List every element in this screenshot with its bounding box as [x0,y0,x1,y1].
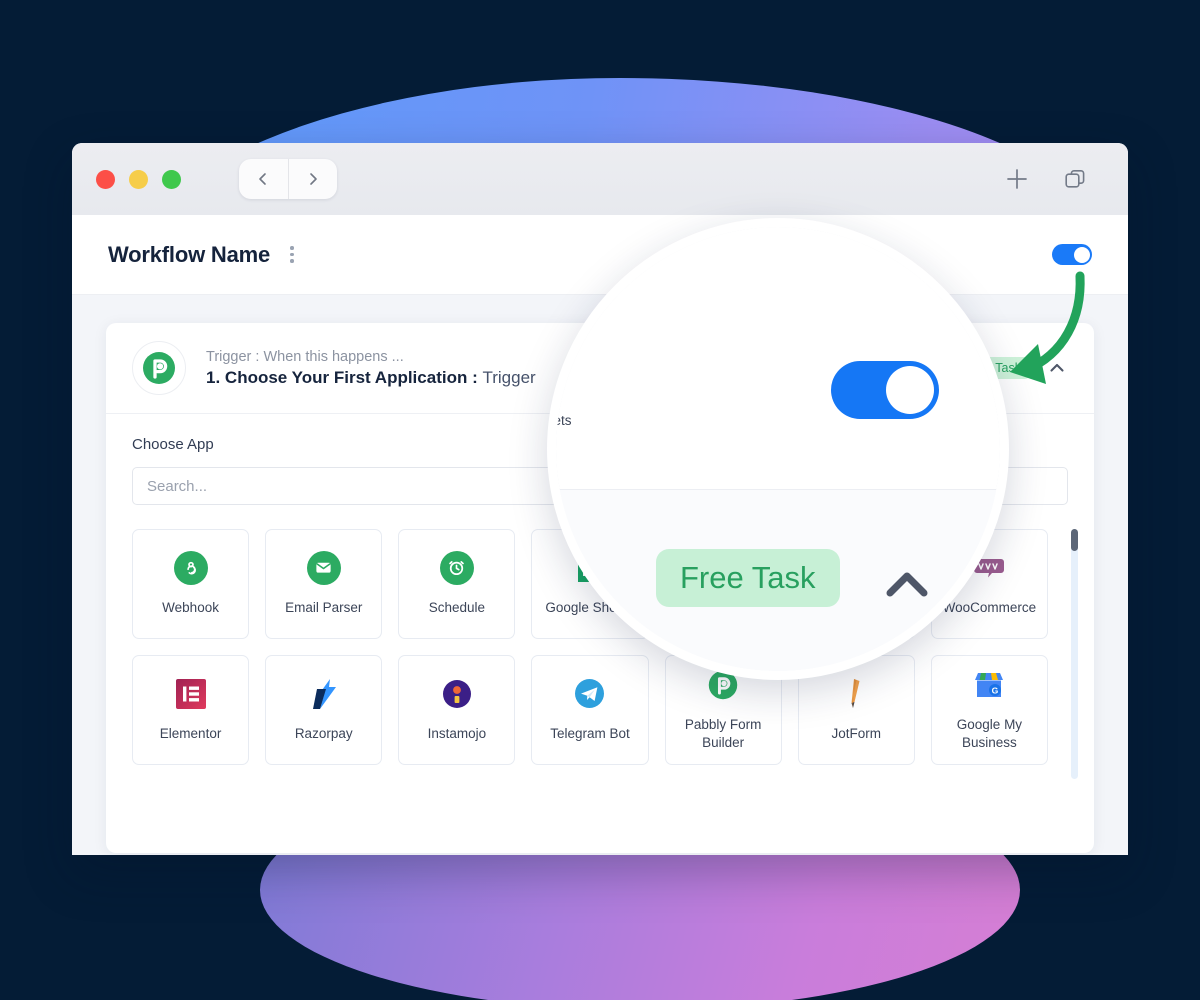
app-tile-label: Webhook [162,599,219,615]
maximize-window-button[interactable] [162,169,181,189]
navigation-pill [239,159,337,199]
app-tile-label: Elementor [159,725,222,741]
app-tile-webhook[interactable]: Webhook [132,529,250,639]
page-title: Workflow Name [108,241,271,267]
window-controls [96,169,181,189]
razorpay-icon [307,677,341,711]
jotform-pencil-icon [839,677,873,711]
minimize-window-button[interactable] [129,169,148,189]
app-tile-instamojo[interactable]: Instamojo [398,655,516,765]
workflow-menu-button[interactable] [286,242,298,267]
magnifier-content: eets Free Task [556,227,1000,671]
google-my-business-icon: G [972,668,1006,702]
workflow-enable-toggle-magnified[interactable] [831,361,939,419]
trigger-step-number: 1. [206,367,221,387]
workflow-enable-toggle[interactable] [1052,244,1092,265]
kebab-dot [290,259,294,263]
elementor-icon [174,677,208,711]
app-tile-google-my-business[interactable]: G Google My Business [930,655,1048,765]
lens-edge-text-left: eets [556,413,572,428]
magnifier-lens: eets Free Task [547,218,1009,680]
app-tile-razorpay[interactable]: Razorpay [265,655,383,765]
envelope-icon [306,550,341,585]
alarm-clock-icon [439,550,474,585]
app-tile-telegram-bot[interactable]: Telegram Bot [531,655,649,765]
forward-button[interactable] [287,159,338,199]
app-tile-email-parser[interactable]: Email Parser [265,529,383,639]
close-window-button[interactable] [96,169,115,189]
kebab-dot [290,252,294,257]
duplicate-window-icon[interactable] [1062,166,1088,192]
free-task-badge-magnified: Free Task [656,549,840,607]
instamojo-icon [440,677,474,711]
scrollbar-thumb[interactable] [1071,529,1078,551]
trigger-heading-suffix: Trigger [482,367,536,387]
chevron-left-icon [259,173,267,185]
app-tile-label: Email Parser [285,599,363,615]
app-tile-label: Pabbly Form Builder [684,716,762,750]
app-tile-label: Google My Business [956,716,1023,750]
app-tile-label: Telegram Bot [550,725,630,741]
app-tile-schedule[interactable]: Schedule [398,529,516,639]
app-tile-label: Razorpay [294,725,353,741]
titlebar-actions [1004,166,1104,192]
plus-icon[interactable] [1004,166,1030,192]
app-tile-label: JotForm [831,725,882,741]
back-button[interactable] [239,159,288,199]
app-grid-scrollbar[interactable] [1071,529,1078,779]
pabbly-logo-icon [132,341,186,395]
webhook-icon [173,550,208,585]
svg-text:G: G [992,685,999,695]
trigger-heading-text: Choose Your First Application : [224,367,478,387]
chevron-right-icon [309,173,317,185]
trigger-heading: 1. Choose Your First Application : Trigg… [206,368,536,388]
chevron-up-icon[interactable] [1046,357,1068,379]
app-tile-elementor[interactable]: Elementor [132,655,250,765]
trigger-step-text: Trigger : When this happens ... 1. Choos… [206,349,536,388]
app-tile-label: Schedule [428,599,485,615]
app-tile-label: Instamojo [427,725,487,741]
browser-titlebar [72,143,1128,215]
chevron-up-icon-magnified[interactable] [878,557,936,615]
telegram-icon [573,677,607,711]
workflow-header: Workflow Name [72,215,1128,295]
trigger-subtitle: Trigger : When this happens ... [206,348,404,365]
kebab-dot [290,246,294,250]
